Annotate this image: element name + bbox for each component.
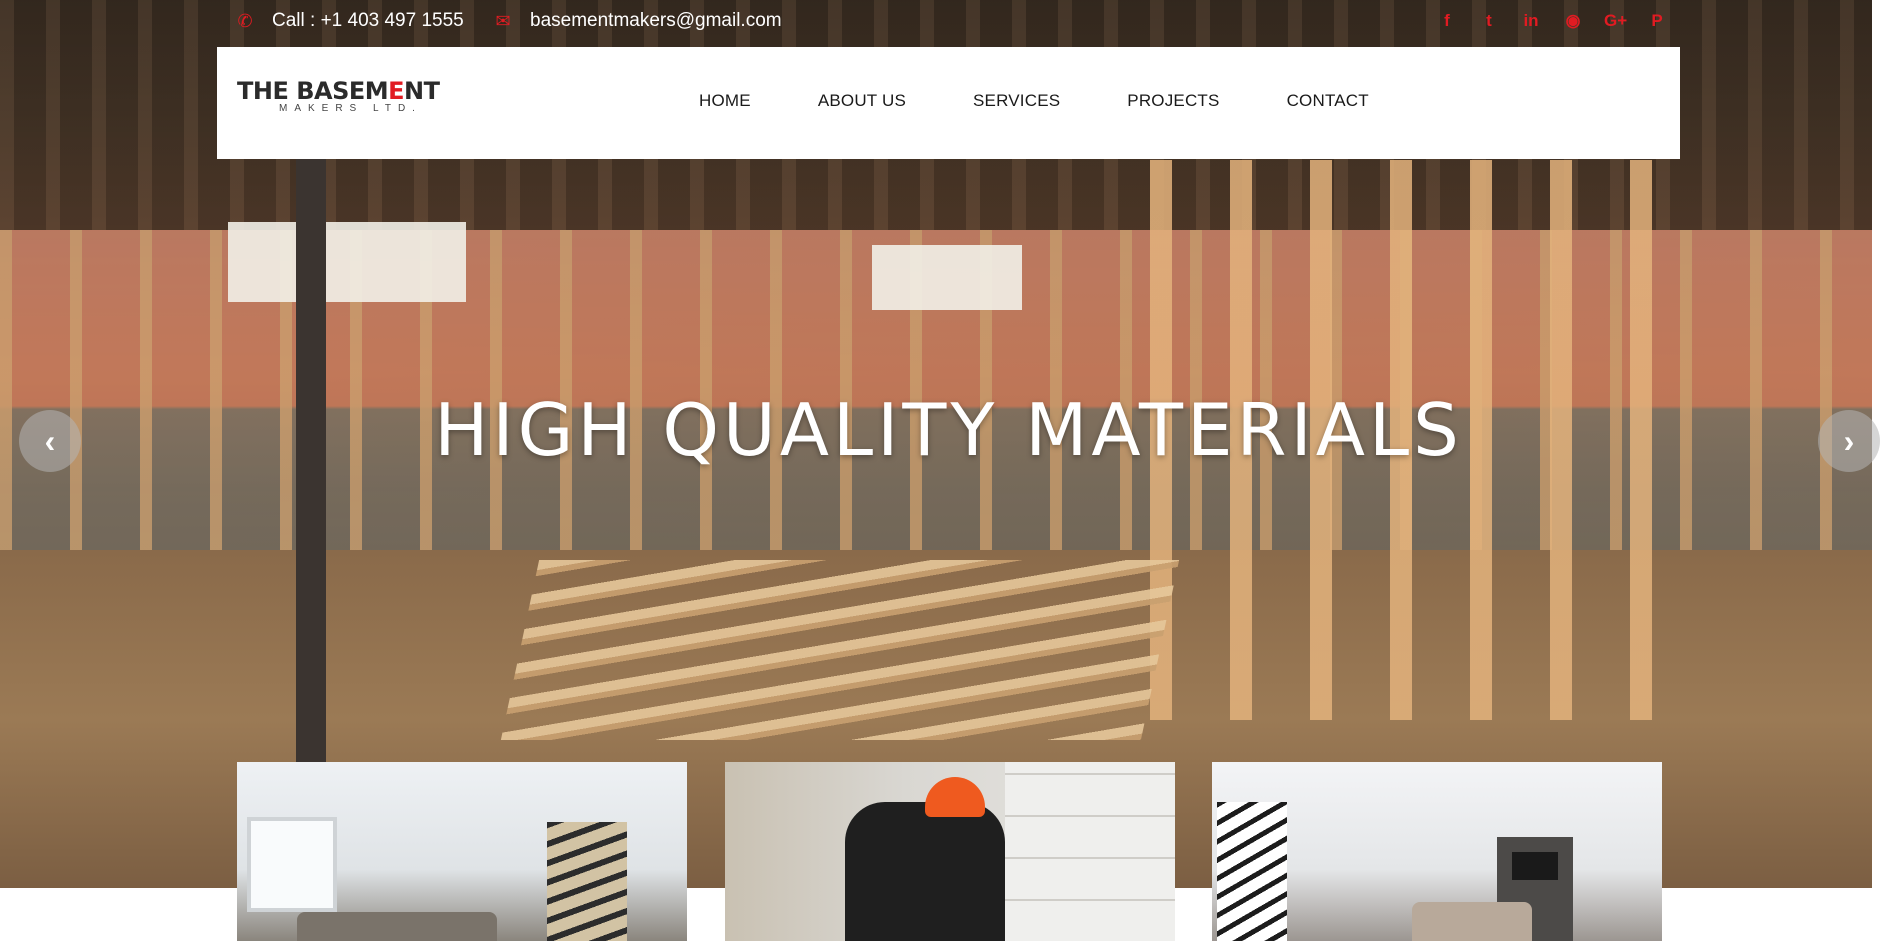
card1-stairs: [547, 822, 627, 941]
envelope-icon: ✉: [495, 10, 511, 31]
email-contact[interactable]: ✉ basementmakers@gmail.com: [494, 10, 782, 32]
feature-card-2-image[interactable]: [725, 762, 1175, 941]
logo-text-part2: NT: [404, 77, 440, 105]
logo-accent-letter: E: [388, 77, 405, 105]
facebook-icon[interactable]: f: [1436, 10, 1458, 32]
feature-cards: [0, 762, 1897, 941]
card2-block-wall: [1005, 762, 1175, 941]
feature-card-3-image[interactable]: [1212, 762, 1662, 941]
card2-worker: [845, 802, 1005, 941]
site-logo[interactable]: THE BASEMENT MAKERS LTD.: [237, 77, 440, 114]
card3-tv: [1512, 852, 1558, 880]
linkedin-icon[interactable]: in: [1520, 10, 1542, 32]
google-plus-icon[interactable]: G+: [1604, 10, 1627, 32]
card3-sofa: [1412, 902, 1532, 941]
slider-prev-button[interactable]: ‹: [19, 410, 81, 472]
pinterest-icon[interactable]: P: [1646, 10, 1668, 32]
email-text: basementmakers@gmail.com: [530, 10, 782, 31]
main-navigation: HOME ABOUT US SERVICES PROJECTS CONTACT: [699, 91, 1436, 111]
phone-icon: ✆: [237, 10, 253, 31]
logo-subtitle: MAKERS LTD.: [279, 103, 422, 114]
nav-services[interactable]: SERVICES: [973, 91, 1060, 111]
card2-hardhat: [925, 777, 985, 817]
main-header: THE BASEMENT MAKERS LTD. HOME ABOUT US S…: [217, 47, 1680, 159]
hero-window-right: [872, 245, 1022, 310]
twitter-icon[interactable]: t: [1478, 10, 1500, 32]
top-contact-bar: ✆ Call : +1 403 497 1555 ✉ basementmaker…: [0, 0, 1897, 46]
social-links: f t in ◉ G+ P: [1436, 10, 1668, 32]
feature-card-1-image[interactable]: [237, 762, 687, 941]
rss-icon[interactable]: ◉: [1562, 10, 1584, 32]
slider-next-button[interactable]: ›: [1818, 410, 1880, 472]
hero-window-left: [228, 222, 466, 302]
hero-slide-title: HIGH QUALITY MATERIALS: [434, 388, 1463, 472]
card3-stairs: [1217, 802, 1287, 941]
phone-contact[interactable]: ✆ Call : +1 403 497 1555: [236, 10, 464, 32]
chevron-right-icon: ›: [1843, 422, 1855, 459]
nav-home[interactable]: HOME: [699, 91, 751, 111]
card1-window: [247, 817, 337, 912]
nav-about-us[interactable]: ABOUT US: [818, 91, 906, 111]
hero-lumber: [500, 560, 1180, 740]
nav-contact[interactable]: CONTACT: [1287, 91, 1369, 111]
chevron-left-icon: ‹: [44, 422, 56, 459]
nav-projects[interactable]: PROJECTS: [1127, 91, 1219, 111]
phone-text: Call : +1 403 497 1555: [272, 10, 464, 31]
card1-sofa: [297, 912, 497, 941]
logo-text-part1: THE BASEM: [237, 77, 389, 105]
logo-main-text: THE BASEMENT: [237, 77, 440, 105]
